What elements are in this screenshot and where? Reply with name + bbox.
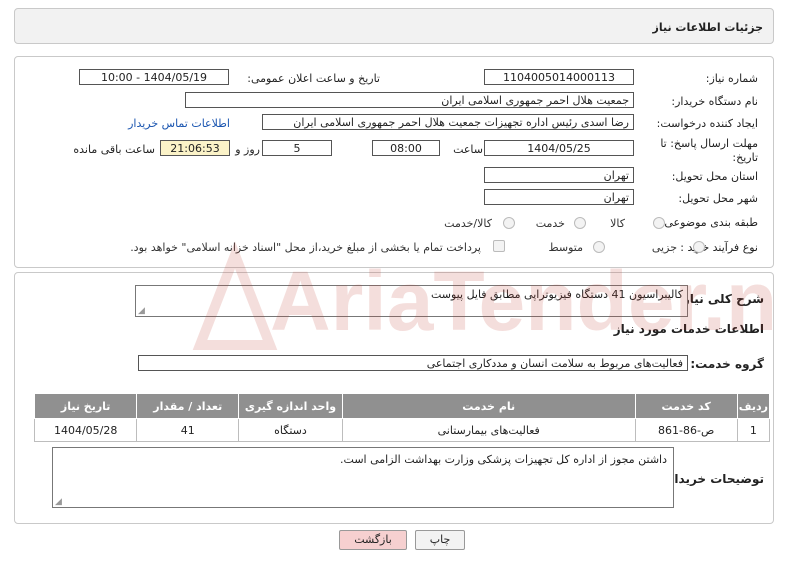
- col-code-header: کد خدمت: [634, 393, 738, 419]
- service-group-label: گروه خدمت:: [690, 357, 764, 371]
- deadline-date-field: 1404/05/25: [484, 140, 634, 156]
- contact-link[interactable]: اطلاعات تماس خریدار: [128, 117, 230, 130]
- process-label: نوع فرآیند خرید :: [680, 241, 758, 254]
- announce-field: 1404/05/19 - 10:00: [79, 69, 229, 85]
- cell-code: ص-86-861: [634, 418, 738, 442]
- notes-field: داشتن مجوز از اداره کل تجهیزات پزشکی وزا…: [52, 447, 674, 508]
- category-radio-both[interactable]: [503, 217, 515, 229]
- remaining-label: ساعت باقی مانده: [73, 143, 155, 156]
- category-option-service: خدمت: [535, 217, 565, 230]
- remaining-field: 21:06:53: [160, 140, 230, 156]
- summary-text: کالیبراسیون 41 دستگاه فیزیوتراپی مطابق ف…: [430, 288, 683, 301]
- resize-grip-icon: ◢: [138, 306, 145, 316]
- table-header-row: تاریخ نیاز تعداد / مقدار واحد اندازه گیر…: [33, 393, 771, 419]
- services-title: اطلاعات خدمات مورد نیاز: [613, 322, 764, 336]
- page-title: جزئیات اطلاعات نیاز: [652, 21, 764, 34]
- category-option-goods: کالا: [610, 217, 625, 230]
- buyer-field: جمعیت هلال احمر جمهوری اسلامی ایران: [185, 92, 634, 108]
- creator-label: ایجاد کننده درخواست:: [656, 117, 758, 130]
- cell-unit: دستگاه: [238, 418, 343, 442]
- need-number-field: 1104005014000113: [484, 69, 634, 85]
- services-table: تاریخ نیاز تعداد / مقدار واحد اندازه گیر…: [33, 393, 771, 442]
- deadline-label: مهلت ارسال پاسخ: تا تاریخ:: [660, 137, 758, 164]
- payment-checkbox[interactable]: [493, 240, 505, 252]
- col-date-header: تاریخ نیاز: [33, 393, 138, 419]
- city-field: تهران: [484, 189, 634, 205]
- days-label: روز و: [235, 143, 260, 156]
- process-radio-medium[interactable]: [593, 241, 605, 253]
- category-radio-goods[interactable]: [653, 217, 665, 229]
- cell-name: فعالیت‌های بیمارستانی: [341, 418, 636, 442]
- city-label: شهر محل تحویل:: [678, 192, 758, 205]
- category-label: طبقه بندی موضوعی:: [660, 216, 758, 229]
- payment-text: پرداخت تمام یا بخشی از مبلغ خرید،از محل …: [130, 241, 481, 254]
- col-row-header: ردیف: [736, 393, 771, 419]
- process-radio-minor[interactable]: [693, 241, 705, 253]
- col-qty-header: تعداد / مقدار: [136, 393, 240, 419]
- notes-text: داشتن مجوز از اداره کل تجهیزات پزشکی وزا…: [340, 453, 667, 466]
- summary-label: شرح کلی نیاز:: [678, 292, 764, 306]
- process-option-medium: متوسط: [548, 241, 583, 254]
- col-name-header: نام خدمت: [341, 393, 636, 419]
- col-unit-header: واحد اندازه گیری: [238, 393, 343, 419]
- province-field: تهران: [484, 167, 634, 183]
- cell-date: 1404/05/28: [33, 418, 138, 442]
- buyer-label: نام دستگاه خریدار:: [671, 95, 758, 108]
- process-option-minor: جزیی: [651, 241, 677, 254]
- time-label: ساعت: [453, 143, 483, 156]
- category-option-both: کالا/خدمت: [444, 217, 492, 230]
- resize-grip-icon: ◢: [55, 497, 62, 507]
- creator-field: رضا اسدی رئیس اداره تجهیزات جمعیت هلال ا…: [262, 114, 634, 130]
- summary-field: کالیبراسیون 41 دستگاه فیزیوتراپی مطابق ف…: [135, 285, 688, 317]
- table-row: 1404/05/28 41 دستگاه فعالیت‌های بیمارستا…: [33, 418, 771, 442]
- need-number-label: شماره نیاز:: [705, 72, 758, 85]
- header-panel: جزئیات اطلاعات نیاز: [14, 8, 774, 44]
- notes-label: توضیحات خریدار:: [662, 472, 764, 486]
- province-label: استان محل تحویل:: [671, 170, 758, 183]
- cell-row: 1: [736, 418, 771, 442]
- print-button[interactable]: چاپ: [415, 530, 465, 550]
- category-radio-service[interactable]: [574, 217, 586, 229]
- days-field: 5: [262, 140, 332, 156]
- cell-qty: 41: [136, 418, 240, 442]
- back-button[interactable]: بازگشت: [339, 530, 407, 550]
- deadline-time-field: 08:00: [372, 140, 440, 156]
- service-group-field: فعالیت‌های مربوط به سلامت انسان و مددکار…: [138, 355, 688, 371]
- announce-label: تاریخ و ساعت اعلان عمومی:: [247, 72, 380, 85]
